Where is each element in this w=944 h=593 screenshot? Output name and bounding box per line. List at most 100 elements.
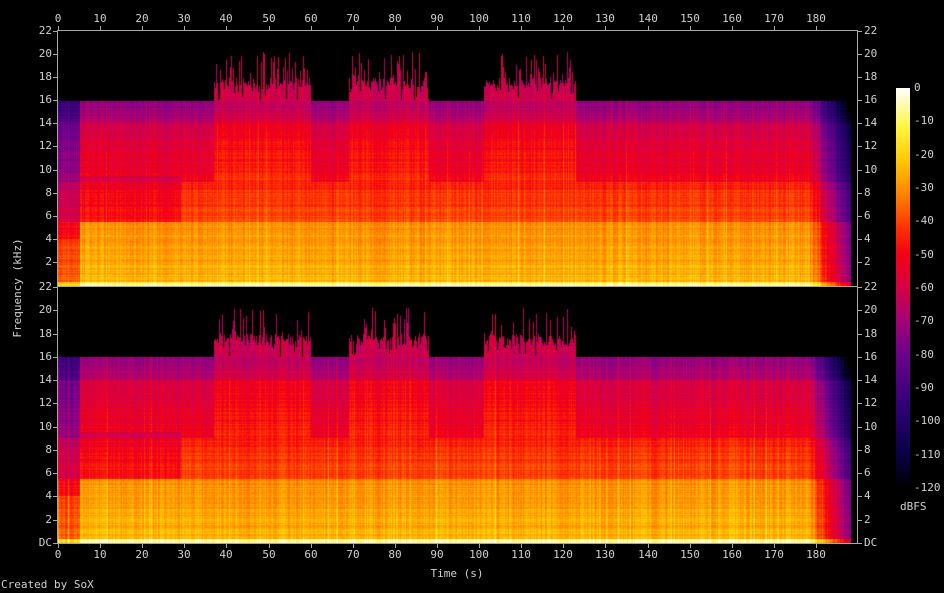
y-tick-mark-right	[858, 427, 862, 428]
y-tick-label-right: 14	[864, 373, 878, 386]
y-tick-mark-left	[53, 520, 57, 521]
x-tick-label-top: 10	[93, 12, 107, 25]
frame-bottom	[57, 543, 858, 544]
y-tick-label-right: 4	[864, 489, 871, 502]
y-tick-label-left: 18	[38, 327, 52, 340]
y-tick-label-left: 4	[45, 489, 52, 502]
y-tick-label-left: 6	[45, 466, 52, 479]
y-tick-label-right: 12	[864, 396, 878, 409]
y-tick-mark-right	[858, 380, 862, 381]
y-tick-label-right: 8	[864, 186, 871, 199]
y-tick-label-right: 6	[864, 466, 871, 479]
x-tick-mark-top	[437, 26, 438, 30]
x-tick-label-bottom: 160	[722, 548, 742, 561]
colorbar-tick-label: 0	[914, 81, 921, 94]
y-tick-label-left: 2	[45, 513, 52, 526]
frame-top	[57, 30, 858, 31]
y-tick-label-right: 12	[864, 139, 878, 152]
y-tick-mark-left	[53, 239, 57, 240]
y-tick-label-right: DC	[864, 536, 878, 549]
y-tick-label-right: 14	[864, 116, 878, 129]
frame-left	[57, 30, 58, 544]
y-tick-mark-right	[858, 77, 862, 78]
y-tick-mark-left	[53, 357, 57, 358]
x-tick-label-top: 80	[388, 12, 402, 25]
y-tick-mark-right	[858, 450, 862, 451]
x-tick-label-top: 90	[430, 12, 444, 25]
x-tick-label-top: 60	[304, 12, 318, 25]
y-tick-label-right: 4	[864, 232, 871, 245]
y-tick-label-left: 18	[38, 70, 52, 83]
y-tick-mark-left	[53, 450, 57, 451]
y-tick-mark-left	[53, 287, 57, 288]
frame-mid	[57, 286, 858, 287]
y-tick-mark-right	[858, 31, 862, 32]
y-tick-label-right: 16	[864, 350, 878, 363]
y-tick-mark-left	[53, 100, 57, 101]
colorbar-tick-label: -60	[914, 281, 934, 294]
x-tick-label-bottom: 180	[806, 548, 826, 561]
colorbar-tick-label: -80	[914, 348, 934, 361]
x-tick-label-top: 130	[595, 12, 615, 25]
y-tick-mark-left	[53, 380, 57, 381]
y-tick-mark-right	[858, 403, 862, 404]
y-tick-mark-left	[53, 54, 57, 55]
spectrogram-channel-2	[58, 287, 858, 543]
x-tick-label-bottom: 30	[177, 548, 191, 561]
y-tick-mark-right	[858, 357, 862, 358]
colorbar-tick-label: -30	[914, 181, 934, 194]
y-tick-label-left: 12	[38, 396, 52, 409]
x-tick-label-top: 40	[219, 12, 233, 25]
x-tick-label-top: 70	[346, 12, 360, 25]
x-tick-label-bottom: 130	[595, 548, 615, 561]
y-tick-label-right: 20	[864, 303, 878, 316]
x-tick-label-bottom: 170	[764, 548, 784, 561]
x-tick-mark-top	[142, 26, 143, 30]
y-tick-mark-right	[858, 54, 862, 55]
y-tick-label-right: 2	[864, 255, 871, 268]
y-tick-mark-right	[858, 287, 862, 288]
x-tick-label-bottom: 150	[680, 548, 700, 561]
x-tick-mark-top	[395, 26, 396, 30]
y-tick-mark-left	[53, 31, 57, 32]
x-tick-mark-top	[521, 26, 522, 30]
x-tick-label-top: 120	[553, 12, 573, 25]
y-tick-mark-right	[858, 520, 862, 521]
x-tick-mark-top	[605, 26, 606, 30]
y-tick-label-left: 14	[38, 373, 52, 386]
x-tick-mark-top	[353, 26, 354, 30]
x-tick-mark-top	[479, 26, 480, 30]
y-tick-label-left: 2	[45, 255, 52, 268]
x-tick-mark-top	[58, 26, 59, 30]
y-tick-label-left: 6	[45, 209, 52, 222]
x-tick-label-bottom: 40	[219, 548, 233, 561]
y-tick-mark-left	[53, 334, 57, 335]
y-tick-mark-right	[858, 310, 862, 311]
y-tick-mark-left	[53, 543, 57, 544]
y-tick-label-left: 10	[38, 163, 52, 176]
spectrogram-channel-1	[58, 31, 858, 286]
x-tick-label-top: 50	[262, 12, 276, 25]
x-tick-mark-top	[648, 26, 649, 30]
footer-credit: Created by SoX	[1, 578, 94, 591]
x-tick-label-top: 100	[469, 12, 489, 25]
y-tick-mark-left	[53, 216, 57, 217]
colorbar-label: dBFS	[900, 500, 927, 513]
y-tick-mark-right	[858, 543, 862, 544]
y-tick-label-right: 6	[864, 209, 871, 222]
x-tick-label-bottom: 0	[54, 548, 62, 561]
y-tick-mark-right	[858, 334, 862, 335]
y-tick-label-left: 20	[38, 303, 52, 316]
y-tick-mark-left	[53, 310, 57, 311]
y-tick-mark-left	[53, 403, 57, 404]
x-tick-label-bottom: 80	[388, 548, 402, 561]
colorbar-tick-label: -50	[914, 248, 934, 261]
y-tick-label-left: 22	[38, 24, 52, 37]
y-tick-label-left: 22	[38, 280, 52, 293]
y-tick-mark-right	[858, 123, 862, 124]
y-tick-mark-left	[53, 146, 57, 147]
x-tick-mark-top	[269, 26, 270, 30]
y-tick-mark-right	[858, 146, 862, 147]
x-tick-label-bottom: 140	[638, 548, 658, 561]
colorbar-tick-label: -90	[914, 381, 934, 394]
